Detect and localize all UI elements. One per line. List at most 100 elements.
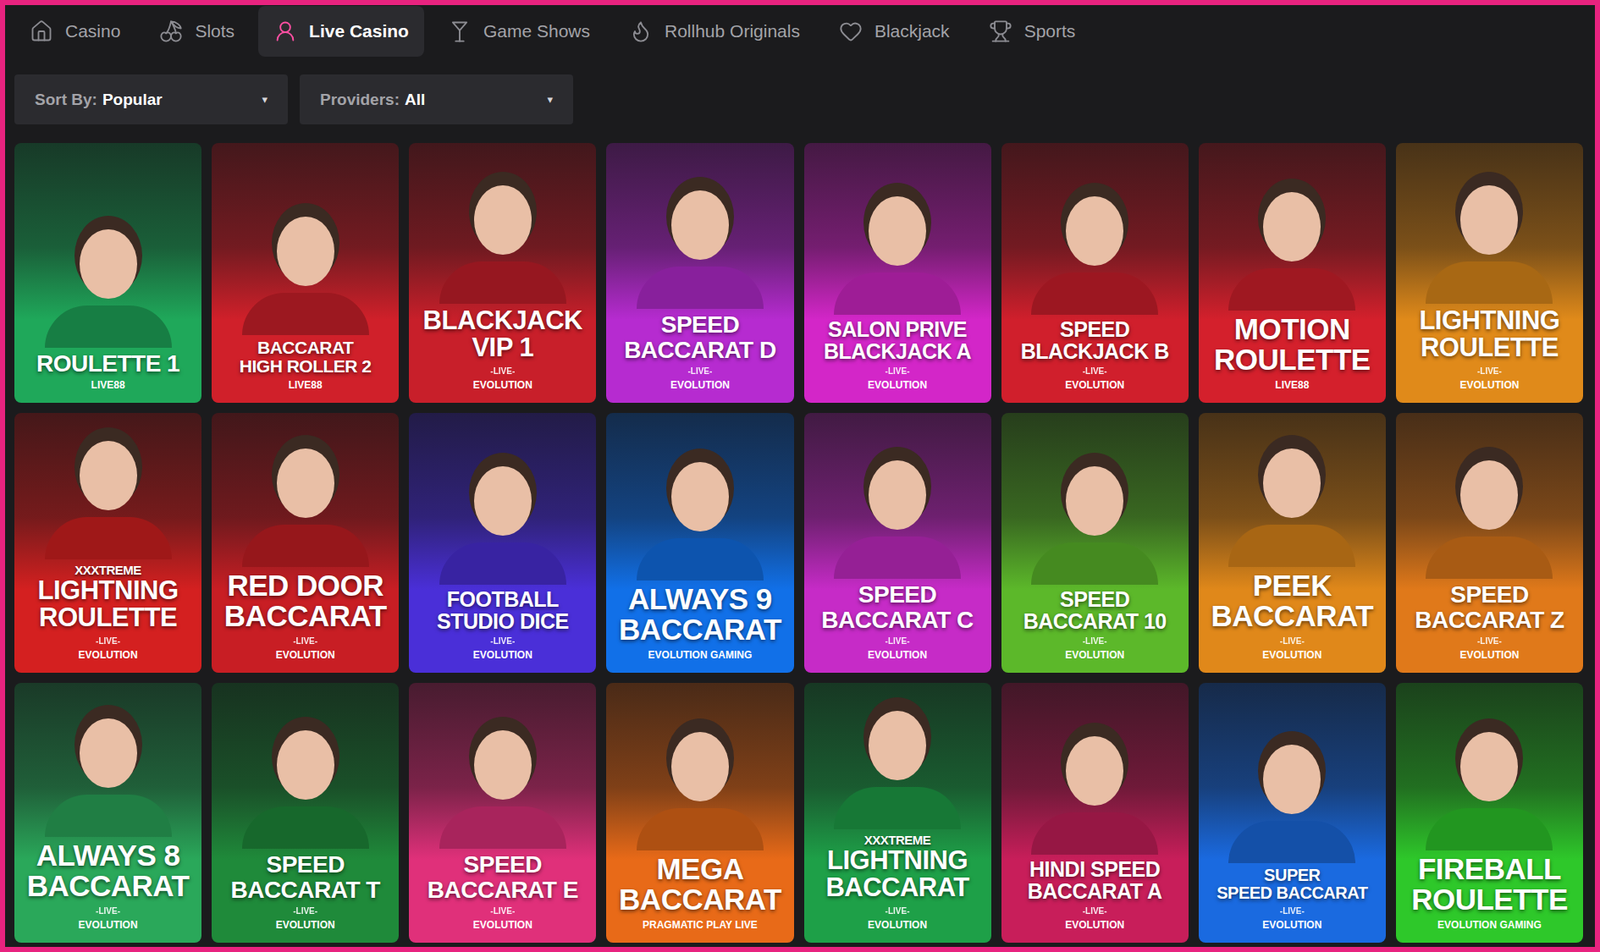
game-provider: EVOLUTION xyxy=(473,919,533,932)
game-caption: FIREBALLROULETTEEVOLUTION GAMING xyxy=(1395,850,1584,944)
game-title: VIP 1 xyxy=(471,334,534,363)
dealer-shoulders xyxy=(636,808,764,851)
game-title: MOTION xyxy=(1234,314,1351,346)
game-caption: FOOTBALLSTUDIO DICE-LIVE-EVOLUTION xyxy=(408,584,596,674)
dealer-head xyxy=(276,216,335,287)
game-card[interactable]: BACCARATHIGH ROLLER 2LIVE88 xyxy=(211,143,399,403)
game-card[interactable]: LIGHTNINGROULETTE-LIVE-EVOLUTION xyxy=(1395,143,1584,403)
dealer-shoulders xyxy=(439,806,567,850)
dealer-shoulders xyxy=(833,536,961,580)
game-card[interactable]: FIREBALLROULETTEEVOLUTION GAMING xyxy=(1395,683,1584,944)
game-title: ROULETTE xyxy=(38,604,177,633)
dealer-head xyxy=(1263,192,1321,262)
dealer-shoulders xyxy=(636,538,764,581)
game-provider: EVOLUTION xyxy=(1064,919,1125,932)
category-tab[interactable]: Game Shows xyxy=(432,5,606,57)
game-provider: EVOLUTION xyxy=(867,919,927,932)
game-caption: RED DOORBACCARAT-LIVE-EVOLUTION xyxy=(211,567,399,674)
category-nav: CasinoSlotsLive Casino Game Shows Rollhub … xyxy=(5,5,1595,57)
game-title: SPEED xyxy=(661,312,740,337)
house-icon xyxy=(29,19,54,44)
game-title: SPEED xyxy=(1059,588,1130,611)
game-title: ROULETTE xyxy=(1420,334,1559,363)
game-caption: MEGABACCARATPRAGMATIC PLAY LIVE xyxy=(606,850,794,944)
live-label: -LIVE- xyxy=(885,366,911,376)
filter-dropdown[interactable]: Sort By:Popular▾ xyxy=(14,74,288,125)
game-card[interactable]: XXXTREMELIGHTNINGROULETTE-LIVE-EVOLUTION xyxy=(14,413,202,674)
game-caption: SPEEDBACCARAT T-LIVE-EVOLUTION xyxy=(211,849,399,944)
game-card[interactable]: MEGABACCARATPRAGMATIC PLAY LIVE xyxy=(606,683,794,944)
tab-label: Game Shows xyxy=(483,21,591,42)
game-provider: EVOLUTION xyxy=(1064,379,1125,392)
game-title: ALWAYS 8 xyxy=(36,840,181,872)
game-photo xyxy=(408,683,596,850)
game-card[interactable]: ROULETTE 1LIVE88 xyxy=(14,143,202,403)
category-tab[interactable]: Casino xyxy=(14,5,136,57)
dealer-shoulders xyxy=(44,305,172,348)
game-title: BACCARAT xyxy=(618,884,782,916)
dealer-head xyxy=(1065,196,1124,266)
game-title: BACCARAT xyxy=(825,874,969,903)
game-provider: LIVE88 xyxy=(288,379,323,392)
game-card[interactable]: MOTIONROULETTELIVE88 xyxy=(1198,143,1386,403)
category-tab[interactable]: Live Casino xyxy=(258,5,425,57)
game-card[interactable]: ALWAYS 9BACCARATEVOLUTION GAMING xyxy=(606,413,794,674)
game-title: LIGHTNING xyxy=(38,577,179,606)
game-title: HINDI SPEED xyxy=(1029,858,1160,881)
game-card[interactable]: SPEEDBACCARAT 10-LIVE-EVOLUTION xyxy=(1001,413,1189,674)
game-provider: EVOLUTION xyxy=(1459,649,1519,662)
game-provider: EVOLUTION xyxy=(473,649,533,662)
game-card[interactable]: SALON PRIVEBLACKJACK A-LIVE-EVOLUTION xyxy=(804,143,992,403)
dealer-shoulders xyxy=(833,787,961,830)
game-title: BACCARAT xyxy=(1210,601,1374,633)
game-title: SALON PRIVE xyxy=(827,318,967,341)
game-title: LIGHTNING xyxy=(1418,307,1560,336)
game-card[interactable]: XXXTREMELIGHTNINGBACCARAT-LIVE-EVOLUTION xyxy=(804,683,992,944)
game-title: BACCARAT E xyxy=(427,877,579,903)
live-label: -LIVE- xyxy=(1082,366,1108,376)
live-label: -LIVE- xyxy=(1280,636,1305,646)
game-caption: XXXTREMELIGHTNINGBACCARAT-LIVE-EVOLUTION xyxy=(804,829,992,944)
game-card[interactable]: SPEEDBACCARAT T-LIVE-EVOLUTION xyxy=(211,683,399,944)
game-card[interactable]: SPEEDBACCARAT D-LIVE-EVOLUTION xyxy=(606,143,794,403)
game-photo xyxy=(606,413,794,581)
dealer-shoulders xyxy=(242,524,370,568)
game-provider: EVOLUTION xyxy=(473,379,533,392)
game-caption: ALWAYS 9BACCARATEVOLUTION GAMING xyxy=(606,580,794,674)
dealer-shoulders xyxy=(1031,272,1159,315)
game-photo xyxy=(14,413,202,560)
game-card[interactable]: PEEKBACCARAT-LIVE-EVOLUTION xyxy=(1198,413,1386,674)
game-card[interactable]: SPEEDBACCARAT E-LIVE-EVOLUTION xyxy=(408,683,596,944)
game-title: SPEED BACCARAT xyxy=(1216,884,1368,903)
game-card[interactable]: HINDI SPEEDBACCARAT A-LIVE-EVOLUTION xyxy=(1001,683,1189,944)
category-tab[interactable]: Rollhub Originals xyxy=(613,5,816,57)
game-card[interactable]: SPEEDBACCARAT C-LIVE-EVOLUTION xyxy=(804,413,992,674)
dealer-head xyxy=(1460,185,1518,255)
game-title: BACCARAT C xyxy=(821,607,974,633)
dealer-head xyxy=(868,460,927,530)
dealer-head xyxy=(1263,448,1321,519)
category-tab[interactable]: Sports xyxy=(973,5,1092,57)
dealer-shoulders xyxy=(44,794,172,838)
game-card[interactable]: SUPERSPEED BACCARAT-LIVE-EVOLUTION xyxy=(1198,683,1386,944)
live-label: -LIVE- xyxy=(1280,906,1305,916)
game-card[interactable]: ALWAYS 8BACCARAT-LIVE-EVOLUTION xyxy=(14,683,202,944)
caret-icon: ▾ xyxy=(546,93,553,106)
game-caption: MOTIONROULETTELIVE88 xyxy=(1198,310,1386,404)
category-tab[interactable]: Blackjack xyxy=(823,5,966,57)
game-title: RED DOOR xyxy=(226,570,384,602)
game-title: BACCARAT T xyxy=(230,877,380,903)
game-title: SPEED xyxy=(1450,582,1529,607)
game-photo xyxy=(606,143,794,309)
game-card[interactable]: FOOTBALLSTUDIO DICE-LIVE-EVOLUTION xyxy=(408,413,596,674)
game-card[interactable]: RED DOORBACCARAT-LIVE-EVOLUTION xyxy=(211,413,399,674)
flame-icon xyxy=(628,19,653,44)
game-card[interactable]: SPEEDBACCARAT Z-LIVE-EVOLUTION xyxy=(1395,413,1584,674)
category-tab[interactable]: Slots xyxy=(143,5,250,57)
filter-dropdown[interactable]: Providers:All▾ xyxy=(299,74,574,125)
heart-icon xyxy=(838,19,863,44)
game-title: FIREBALL xyxy=(1417,854,1562,886)
game-card[interactable]: SPEEDBLACKJACK B-LIVE-EVOLUTION xyxy=(1001,143,1189,403)
game-provider: EVOLUTION GAMING xyxy=(1437,919,1542,932)
game-card[interactable]: BLACKJACKVIP 1-LIVE-EVOLUTION xyxy=(408,143,596,403)
